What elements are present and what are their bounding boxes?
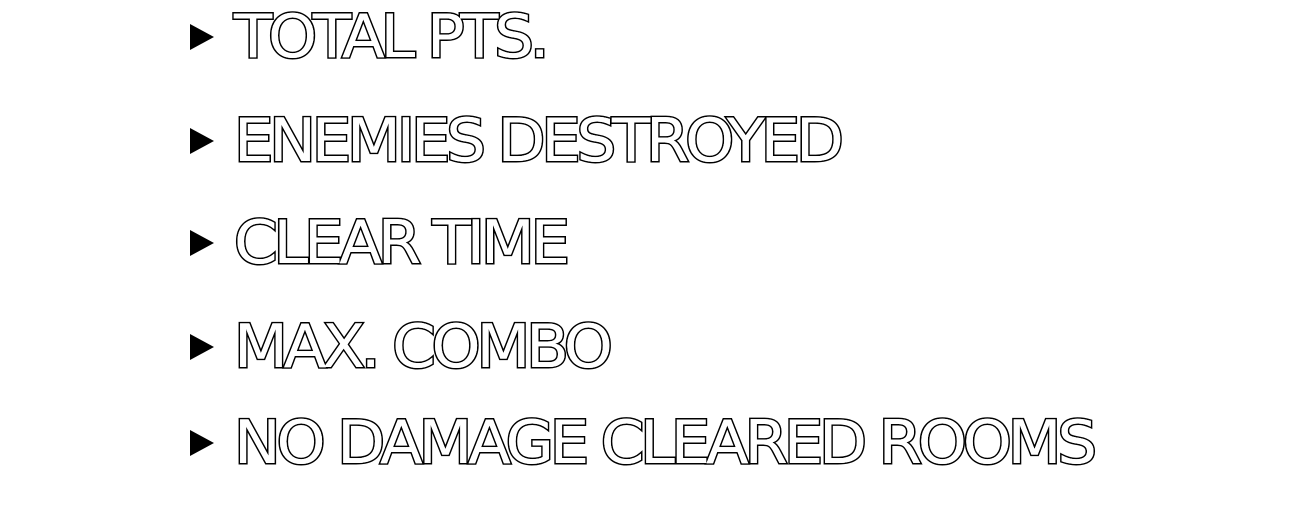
play-arrow-icon xyxy=(190,128,214,154)
play-arrow-icon xyxy=(190,230,214,256)
stat-label-no-damage-cleared-rooms: NO DAMAGE CLEARED ROOMS xyxy=(232,407,1098,480)
stat-label-enemies-destroyed: ENEMIES DESTROYED xyxy=(232,105,845,178)
play-arrow-icon xyxy=(190,334,214,360)
play-arrow-icon xyxy=(190,430,214,456)
play-arrow-icon xyxy=(190,24,214,50)
stat-label-total-pts: TOTAL PTS. xyxy=(232,1,551,74)
stat-label-clear-time: CLEAR TIME xyxy=(232,207,571,280)
stat-label-max-combo: MAX. COMBO xyxy=(232,311,614,384)
